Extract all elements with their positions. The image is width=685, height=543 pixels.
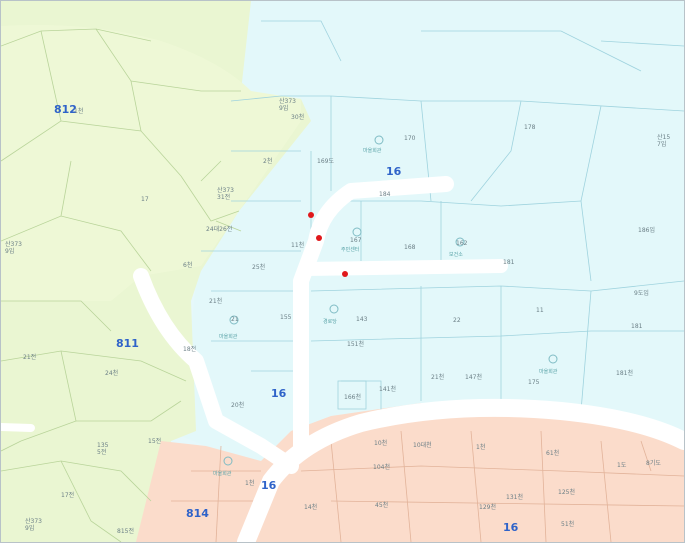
parcel-label: 14천 bbox=[304, 503, 317, 511]
parcel-label: 1천 bbox=[245, 479, 254, 487]
parcel-label: 21천 bbox=[209, 297, 222, 305]
parcel-label: 10천 bbox=[374, 439, 387, 447]
poi-label: 경로당 bbox=[323, 318, 337, 325]
parcel-label: 147천 bbox=[465, 373, 482, 381]
parcel-label: 10대천 bbox=[413, 441, 432, 449]
road-label-16-bottomright: 16 bbox=[503, 521, 519, 534]
parcel-label: 170 bbox=[404, 135, 416, 142]
parcel-label: 104천 bbox=[373, 463, 390, 471]
parcel-label: 166천 bbox=[344, 393, 361, 401]
parcel-label: 15전 bbox=[148, 437, 161, 445]
parcel-label: 815전 bbox=[117, 527, 134, 535]
zone-label-811: 811 bbox=[116, 337, 139, 350]
parcel-label: 11 bbox=[536, 307, 544, 314]
parcel-label: 167 bbox=[350, 237, 362, 244]
parcel-label: 8기도 bbox=[646, 459, 661, 467]
parcel-label: 30천 bbox=[291, 113, 304, 121]
parcel-label: 21전 bbox=[23, 353, 36, 361]
parcel-label: 169도 bbox=[317, 158, 334, 165]
poi-label: 마을회관 bbox=[363, 147, 382, 154]
parcel-label: 178 bbox=[524, 124, 536, 131]
poi-label: 마을회관 bbox=[539, 368, 558, 375]
map-frame[interactable]: 812 811 814 16 16 16 16 1천 17 24대26전 6천 … bbox=[0, 0, 685, 543]
zone-label-814: 814 bbox=[186, 507, 209, 520]
parcel-label: 45천 bbox=[375, 501, 388, 509]
poi-label: 주민센터 bbox=[341, 246, 359, 253]
location-marker[interactable] bbox=[308, 212, 314, 218]
parcel-label: 1도 bbox=[617, 462, 627, 469]
parcel-label: 21 bbox=[231, 316, 239, 323]
parcel-label: 131천 bbox=[506, 493, 523, 501]
parcel-label: 51천 bbox=[561, 520, 574, 528]
parcel-label: 11천 bbox=[291, 241, 304, 249]
parcel-label: 125천 bbox=[558, 488, 575, 496]
road-branch-east bbox=[299, 259, 508, 276]
parcel-label: 151천 bbox=[347, 340, 364, 348]
parcel-label: 129천 bbox=[479, 503, 496, 511]
parcel-label: 143 bbox=[356, 316, 368, 323]
parcel-label: 25천 bbox=[252, 263, 265, 271]
parcel-label: 6천 bbox=[183, 261, 192, 269]
road-west-stub bbox=[1, 423, 35, 432]
parcel-label: 21천 bbox=[431, 373, 444, 381]
location-marker[interactable] bbox=[342, 271, 348, 277]
parcel-label: 1천 bbox=[476, 443, 485, 451]
parcel-label: 61천 bbox=[546, 449, 559, 457]
parcel-label: 9도임 bbox=[634, 289, 649, 297]
road-label-16-mid: 16 bbox=[271, 387, 287, 400]
poi-label: 보건소 bbox=[449, 251, 463, 258]
road-label-16-top: 16 bbox=[386, 165, 402, 178]
parcel-label: 181 bbox=[631, 323, 643, 330]
parcel-label: 18전 bbox=[183, 345, 196, 353]
parcel-label: 2천 bbox=[263, 157, 272, 165]
parcel-label: 22 bbox=[453, 317, 461, 324]
poi-label: 마을회관 bbox=[213, 470, 232, 477]
parcel-label: 24대26전 bbox=[206, 225, 232, 233]
parcel-label: 17 bbox=[141, 196, 149, 203]
map-canvas[interactable]: 812 811 814 16 16 16 16 1천 17 24대26전 6천 … bbox=[1, 1, 684, 542]
parcel-label: 181 bbox=[503, 259, 515, 266]
blue-zone bbox=[181, 1, 684, 461]
parcel-label: 141천 bbox=[379, 385, 396, 393]
parcel-label: 186임 bbox=[638, 226, 655, 234]
parcel-label: 175 bbox=[528, 379, 540, 386]
parcel-label: 184 bbox=[379, 191, 391, 198]
parcel-label: 162 bbox=[456, 240, 468, 247]
parcel-label: 1천 bbox=[74, 107, 83, 115]
road-label-16-bottom: 16 bbox=[261, 479, 277, 492]
parcel-label: 20천 bbox=[231, 401, 244, 409]
parcel-label: 168 bbox=[404, 244, 416, 251]
location-marker[interactable] bbox=[316, 235, 322, 241]
parcel-label: 155 bbox=[280, 314, 292, 321]
parcel-label: 17전 bbox=[61, 491, 74, 499]
parcel-label: 181천 bbox=[616, 369, 633, 377]
parcel-label: 24천 bbox=[105, 369, 118, 377]
poi-label: 마을회관 bbox=[219, 333, 238, 340]
